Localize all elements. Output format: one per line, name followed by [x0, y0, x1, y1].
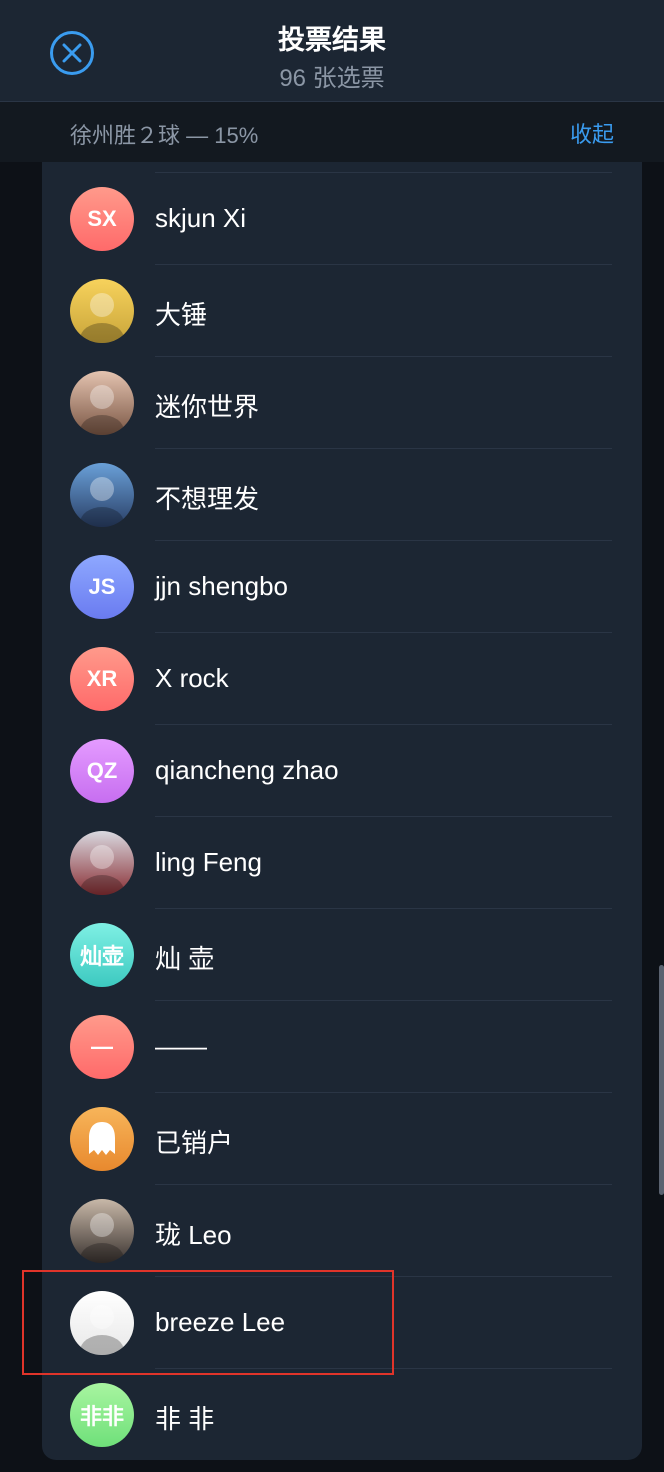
avatar: 灿壶 — [70, 923, 134, 987]
photo-icon — [80, 1213, 124, 1263]
voter-name: 不想理发 — [155, 484, 260, 514]
voter-row[interactable]: JS jjn shengbo — [42, 541, 642, 633]
avatar-initials: QZ — [86, 758, 118, 783]
voter-row[interactable]: ling Feng — [42, 817, 642, 909]
photo-icon — [80, 845, 124, 895]
option-label: 徐州胜２球 — 15% — [70, 123, 259, 148]
voter-name: 大锤 — [155, 300, 208, 330]
voter-row[interactable]: — —— — [42, 1001, 642, 1093]
avatar: 非非 — [70, 1383, 134, 1447]
header: 投票结果 96 张选票 — [0, 0, 664, 102]
voter-row[interactable]: 珑 Leo — [42, 1185, 642, 1277]
collapse-button[interactable]: 收起 — [570, 117, 614, 149]
avatar — [70, 1107, 134, 1171]
voter-name: 迷你世界 — [155, 392, 260, 422]
voter-row[interactable]: QZ qiancheng zhao — [42, 725, 642, 817]
avatar: QZ — [70, 739, 134, 803]
vote-count: 96 张选票 — [279, 65, 385, 92]
voter-name: 非 非 — [155, 1404, 215, 1434]
avatar-initials: XR — [86, 666, 118, 691]
photo-icon — [80, 293, 124, 343]
avatar — [70, 371, 134, 435]
voter-row[interactable]: 已销户 — [42, 1093, 642, 1185]
avatar — [70, 463, 134, 527]
voter-name: jjn shengbo — [155, 571, 288, 601]
highlight-box — [22, 1270, 394, 1375]
scrollbar[interactable] — [659, 965, 664, 1195]
avatar: XR — [70, 647, 134, 711]
voter-name: X rock — [155, 663, 229, 693]
voter-name: 珑 Leo — [155, 1220, 232, 1250]
ghost-icon — [89, 1122, 115, 1155]
voter-name: —— — [155, 1031, 207, 1061]
voter-row[interactable]: SX skjun Xi — [42, 173, 642, 265]
avatar-initials: SX — [87, 206, 117, 231]
avatar — [70, 279, 134, 343]
avatar: JS — [70, 555, 134, 619]
voter-name: qiancheng zhao — [155, 755, 339, 785]
voter-row[interactable]: 大锤 — [42, 265, 642, 357]
avatar: — — [70, 1015, 134, 1079]
voter-row[interactable]: 非非 非 非 — [42, 1369, 642, 1460]
page-title: 投票结果 — [278, 25, 386, 55]
photo-icon — [80, 385, 124, 435]
avatar-initials: 灿壶 — [79, 944, 124, 969]
avatar — [70, 831, 134, 895]
voter-row[interactable]: 灿壶 灿 壶 — [42, 909, 642, 1001]
voter-row[interactable]: 迷你世界 — [42, 357, 642, 449]
voter-row[interactable]: 不想理发 — [42, 449, 642, 541]
voter-name: ling Feng — [155, 847, 262, 877]
voter-name: 灿 壶 — [155, 944, 215, 974]
voter-name: skjun Xi — [155, 203, 247, 233]
photo-icon — [80, 477, 124, 527]
avatar: SX — [70, 187, 134, 251]
avatar-initials: JS — [88, 574, 116, 599]
avatar-initials: — — [91, 1034, 113, 1059]
voter-name: 已销户 — [155, 1128, 234, 1158]
voter-row[interactable]: XR X rock — [42, 633, 642, 725]
avatar — [70, 1199, 134, 1263]
voter-list: SX skjun Xi 大锤迷你世界不想理发 JS jjn shengbo XR X roc… — [42, 162, 642, 1460]
avatar-initials: 非非 — [79, 1404, 124, 1429]
